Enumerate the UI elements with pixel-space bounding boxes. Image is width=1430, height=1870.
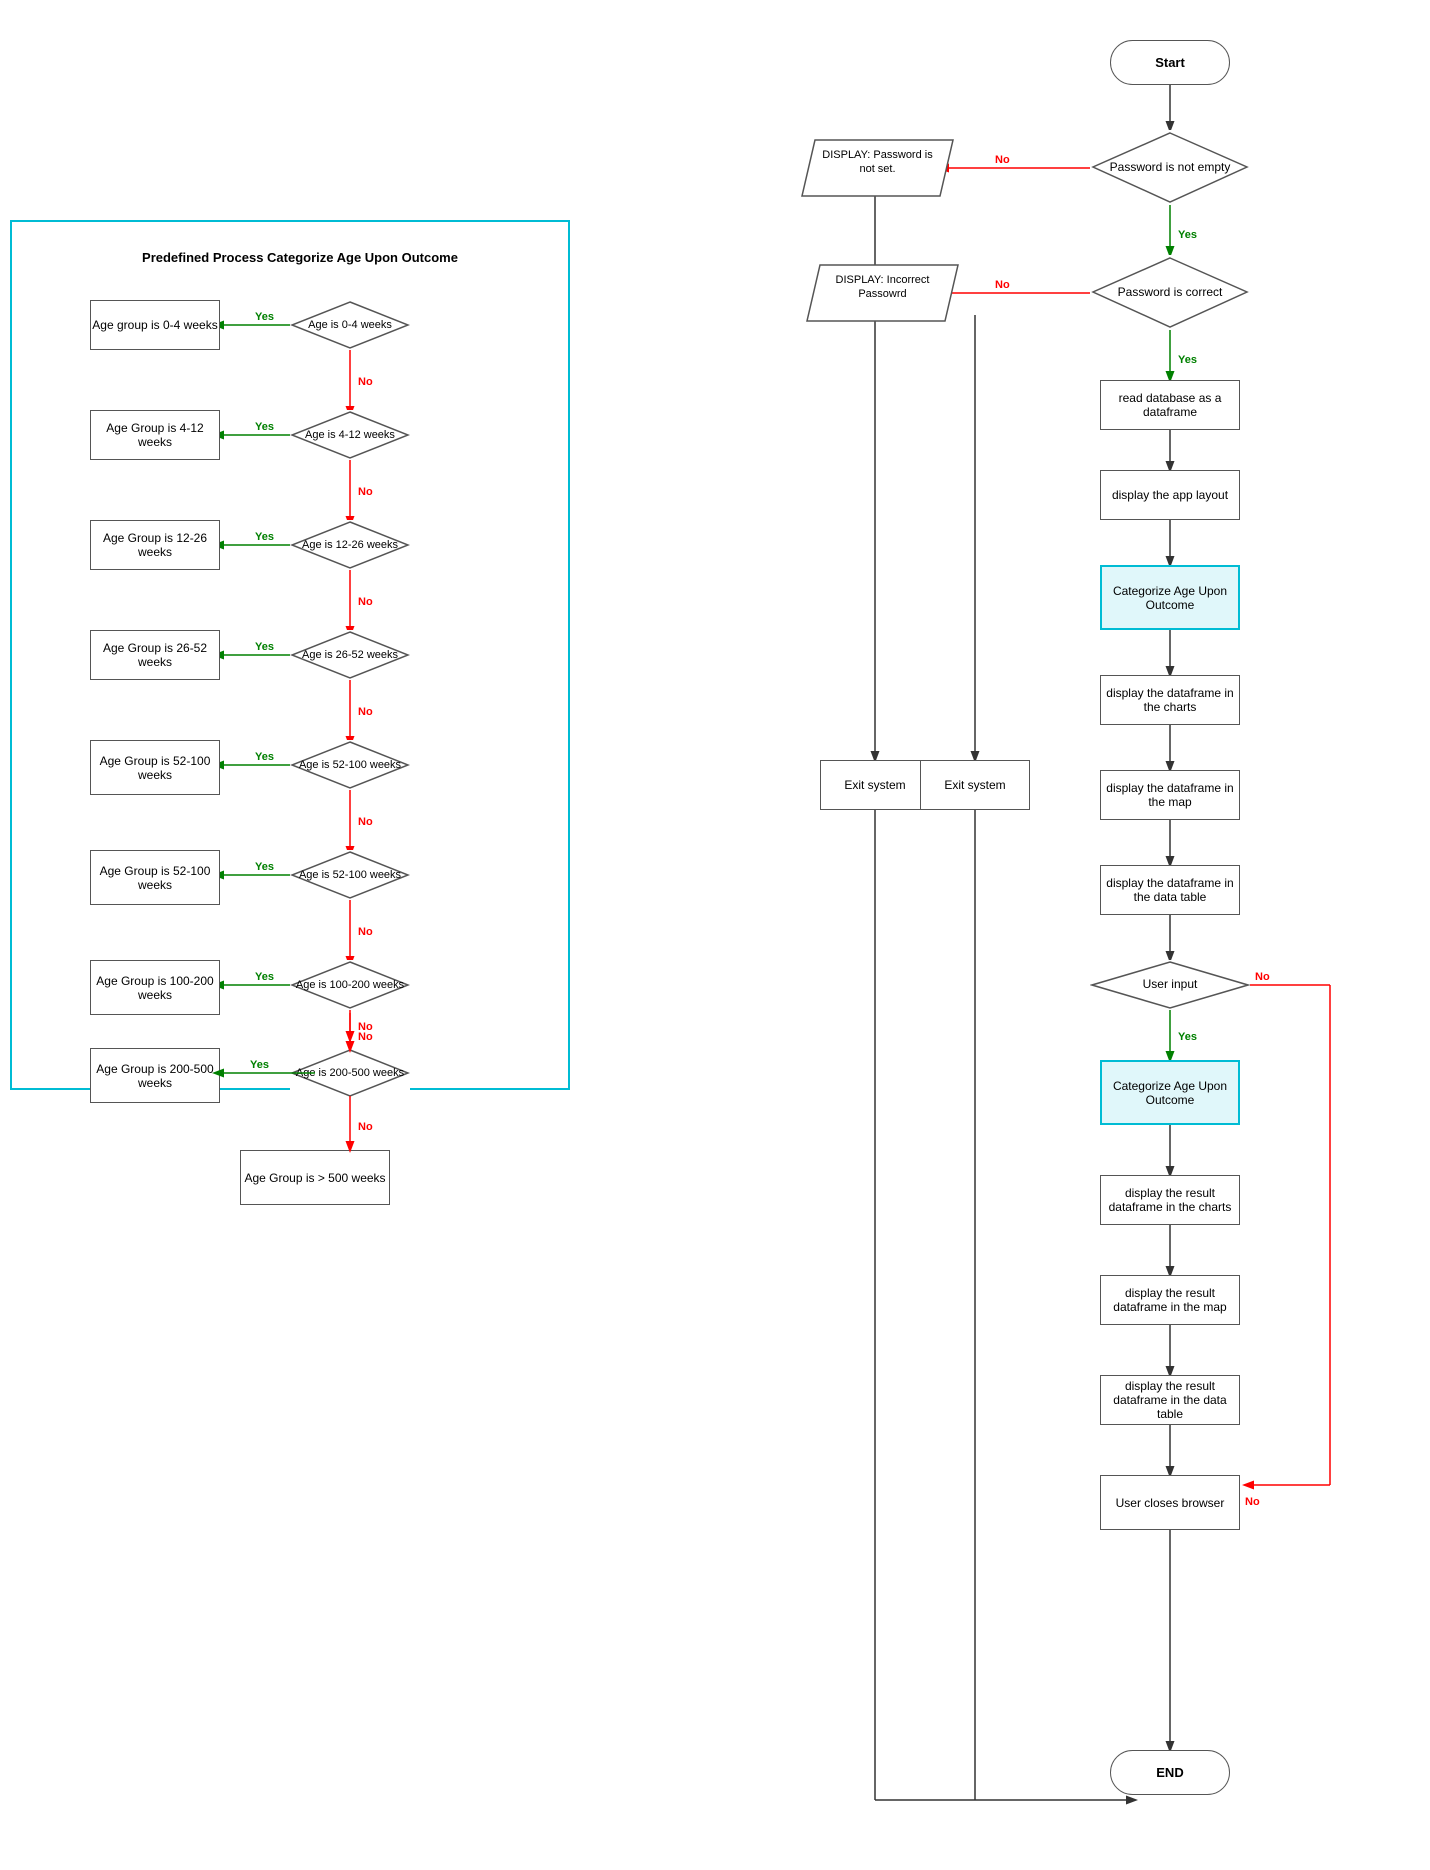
left-node-rect-500plus: Age Group is > 500 weeks — [240, 1150, 390, 1205]
right-node-user-input: User input — [1090, 960, 1250, 1010]
left-node-rect-52-100-a: Age Group is 52-100 weeks — [90, 740, 220, 795]
right-node-categorize-age-1: Categorize Age Upon Outcome — [1100, 565, 1240, 630]
left-node-rect-4-12: Age Group is 4-12 weeks — [90, 410, 220, 460]
left-node-rect-100-200: Age Group is 100-200 weeks — [90, 960, 220, 1015]
left-node-rect-200-500: Age Group is 200-500 weeks — [90, 1048, 220, 1103]
svg-text:No: No — [995, 279, 1010, 291]
left-node-rect-52-100-b: Age Group is 52-100 weeks — [90, 850, 220, 905]
left-node-diamond-200-500: Age is 200-500 weeks — [290, 1048, 410, 1098]
right-node-display-result-charts: display the result dataframe in the char… — [1100, 1175, 1240, 1225]
right-node-read-database: read database as a dataframe — [1100, 380, 1240, 430]
left-node-diamond-52-100-a: Age is 52-100 weeks — [290, 740, 410, 790]
right-main-flowchart: No Yes No Yes Yes — [740, 20, 1400, 1840]
svg-text:No: No — [1245, 1496, 1260, 1508]
svg-text:No: No — [995, 154, 1010, 166]
right-node-user-closes-browser: User closes browser — [1100, 1475, 1240, 1530]
svg-text:No: No — [1255, 971, 1270, 983]
svg-text:Yes: Yes — [1178, 1031, 1197, 1043]
right-node-display-result-map: display the result dataframe in the map — [1100, 1275, 1240, 1325]
left-node-rect-0-4: Age group is 0-4 weeks — [90, 300, 220, 350]
left-node-diamond-4-12: Age is 4-12 weeks — [290, 410, 410, 460]
svg-text:Yes: Yes — [1178, 229, 1197, 241]
right-node-display-incorrect-password: DISPLAY: Incorrect Passowrd — [805, 263, 960, 323]
svg-text:Yes: Yes — [1178, 354, 1197, 366]
left-node-diamond-26-52: Age is 26-52 weeks — [290, 630, 410, 680]
right-node-d2-password-correct: Password is correct — [1090, 255, 1250, 330]
left-node-diamond-52-100-b: Age is 52-100 weeks — [290, 850, 410, 900]
right-node-exit-system-2: Exit system — [920, 760, 1030, 810]
right-node-categorize-age-2: Categorize Age Upon Outcome — [1100, 1060, 1240, 1125]
right-node-display-df-table: display the dataframe in the data table — [1100, 865, 1240, 915]
left-node-diamond-100-200: Age is 100-200 weeks — [290, 960, 410, 1010]
right-node-display-password-not-set: DISPLAY: Password is not set. — [800, 138, 955, 198]
right-node-display-df-map: display the dataframe in the map — [1100, 770, 1240, 820]
left-node-diamond-0-4: Age is 0-4 weeks — [290, 300, 410, 350]
right-node-display-df-charts: display the dataframe in the charts — [1100, 675, 1240, 725]
right-node-exit-system-1: Exit system — [820, 760, 930, 810]
left-predefined-process-diagram: Predefined Process Categorize Age Upon O… — [10, 220, 570, 1090]
right-node-display-result-table: display the result dataframe in the data… — [1100, 1375, 1240, 1425]
right-node-end: END — [1110, 1750, 1230, 1795]
left-node-rect-12-26: Age Group is 12-26 weeks — [90, 520, 220, 570]
svg-text:No: No — [358, 1121, 373, 1133]
right-node-d1-password-empty: Password is not empty — [1090, 130, 1250, 205]
right-node-display-app-layout: display the app layout — [1100, 470, 1240, 520]
left-node-diamond-12-26: Age is 12-26 weeks — [290, 520, 410, 570]
right-node-start: Start — [1110, 40, 1230, 85]
left-node-rect-26-52: Age Group is 26-52 weeks — [90, 630, 220, 680]
left-diagram-title: Predefined Process Categorize Age Upon O… — [90, 250, 510, 265]
